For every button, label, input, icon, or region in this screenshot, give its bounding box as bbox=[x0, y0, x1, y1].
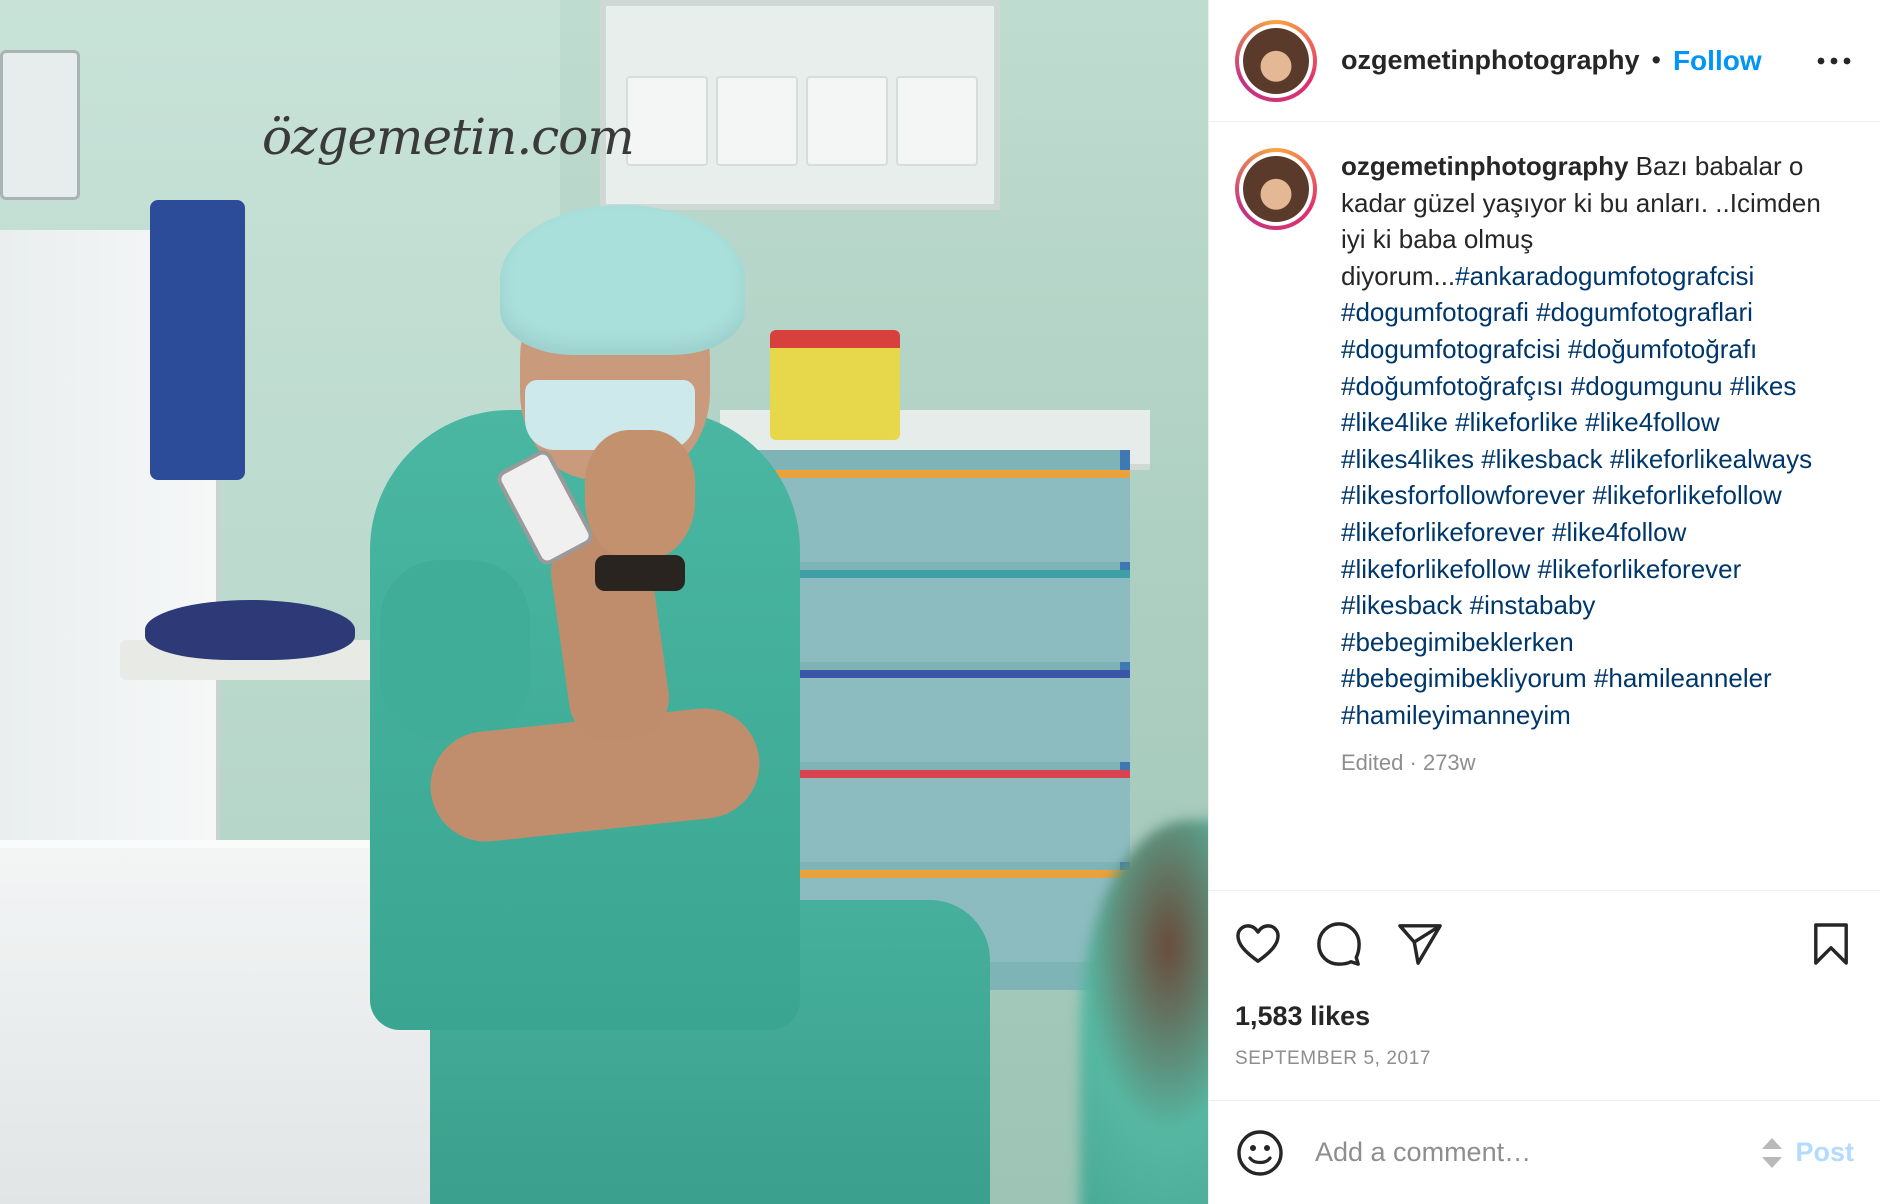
meta-separator: · bbox=[1403, 749, 1423, 775]
caption-body-text bbox=[1723, 371, 1730, 401]
edited-label: Edited bbox=[1341, 749, 1404, 775]
post-sidebar: ozgemetinphotography • Follow ozgemetinp… bbox=[1208, 0, 1880, 1204]
hashtag-link[interactable]: #doğumfotoğrafı bbox=[1568, 334, 1757, 364]
post-button[interactable]: Post bbox=[1757, 1136, 1854, 1170]
header-separator: • bbox=[1651, 45, 1661, 75]
caption-body-text bbox=[1545, 517, 1552, 547]
photo-surgical-cap bbox=[500, 205, 745, 355]
photo-shelf bbox=[600, 0, 1000, 210]
hashtag-link[interactable]: #likeforlikefollow bbox=[1341, 554, 1530, 584]
hashtag-link[interactable]: #like4follow bbox=[1552, 517, 1686, 547]
hashtag-link[interactable]: #likesback bbox=[1341, 590, 1462, 620]
comment-bar: Post bbox=[1209, 1100, 1880, 1204]
comment-input[interactable] bbox=[1315, 1137, 1758, 1168]
hashtag-link[interactable]: #like4like bbox=[1341, 407, 1448, 437]
author-username[interactable]: ozgemetinphotography bbox=[1341, 45, 1640, 76]
heart-icon[interactable] bbox=[1231, 917, 1285, 971]
emoji-icon[interactable] bbox=[1235, 1128, 1285, 1178]
post-date: SEPTEMBER 5, 2017 bbox=[1235, 1048, 1432, 1069]
follow-button[interactable]: Follow bbox=[1673, 45, 1762, 77]
photo-person-hand bbox=[585, 430, 695, 560]
hashtag-link[interactable]: #hamileanneler bbox=[1594, 663, 1772, 693]
hashtag-link[interactable]: #dogumfotograflari bbox=[1536, 297, 1753, 327]
hashtag-link[interactable]: #likeforlikefollow bbox=[1592, 480, 1781, 510]
hashtag-link[interactable]: #dogumfotografcisi bbox=[1341, 334, 1561, 364]
caption-body-text bbox=[1462, 590, 1469, 620]
author-avatar[interactable] bbox=[1235, 19, 1317, 102]
caption-body-text bbox=[1587, 663, 1594, 693]
photo-sharps-container bbox=[770, 330, 900, 440]
send-icon[interactable] bbox=[1393, 917, 1447, 971]
photo-watch bbox=[595, 555, 685, 591]
hashtag-link[interactable]: #dogumfotografi bbox=[1341, 297, 1529, 327]
comment-icon[interactable] bbox=[1312, 917, 1366, 971]
caption-body-text bbox=[1564, 371, 1571, 401]
post-photo[interactable]: özgemetin.com bbox=[0, 0, 1208, 1204]
more-options-icon[interactable] bbox=[1814, 41, 1854, 81]
caption-section: ozgemetinphotography Bazı babalar o kada… bbox=[1209, 122, 1880, 891]
hashtag-link[interactable]: #ankaradogumfotografcisi bbox=[1455, 261, 1754, 291]
post-header: ozgemetinphotography • Follow bbox=[1209, 0, 1880, 122]
likes-count[interactable]: 1,583 likes bbox=[1209, 997, 1880, 1032]
hashtag-link[interactable]: #likes4likes bbox=[1341, 444, 1474, 474]
hashtag-link[interactable]: #doğumfotoğrafçısı bbox=[1341, 371, 1564, 401]
photo-watermark: özgemetin.com bbox=[262, 108, 635, 166]
hashtag-link[interactable]: #likeforlike bbox=[1455, 407, 1578, 437]
caption-text: ozgemetinphotography Bazı babalar o kada… bbox=[1341, 148, 1821, 734]
post-age[interactable]: 273w bbox=[1423, 750, 1476, 775]
loading-spinner-icon bbox=[1762, 1137, 1783, 1168]
hashtag-link[interactable]: #likeforlikealways bbox=[1610, 444, 1812, 474]
action-bar bbox=[1209, 891, 1880, 997]
hashtag-link[interactable]: #hamileyimanneyim bbox=[1341, 700, 1571, 730]
hashtag-link[interactable]: #bebegimibeklerken bbox=[1341, 627, 1574, 657]
hashtag-link[interactable]: #bebegimibekliyorum bbox=[1341, 663, 1587, 693]
hashtag-link[interactable]: #likes bbox=[1730, 371, 1796, 401]
photo-bowl bbox=[145, 600, 355, 660]
caption-body-text bbox=[1530, 554, 1537, 584]
caption-block: ozgemetinphotography Bazı babalar o kada… bbox=[1341, 148, 1821, 776]
caption-body-text bbox=[1561, 334, 1568, 364]
hashtag-link[interactable]: #like4follow bbox=[1585, 407, 1719, 437]
caption-body-text bbox=[1603, 444, 1610, 474]
bookmark-icon[interactable] bbox=[1804, 917, 1858, 971]
hashtag-link[interactable]: #likeforlikeforever bbox=[1341, 517, 1545, 547]
caption-author-avatar[interactable] bbox=[1235, 148, 1317, 230]
hashtag-link[interactable]: #likesback bbox=[1481, 444, 1602, 474]
post-button-label: Post bbox=[1795, 1137, 1854, 1167]
hashtag-link[interactable]: #dogumgunu bbox=[1571, 371, 1723, 401]
hashtag-link[interactable]: #instababy bbox=[1470, 590, 1596, 620]
instagram-post: özgemetin.com ozgemetinphotography • Fol… bbox=[0, 0, 1880, 1204]
caption-meta: Edited · 273w bbox=[1341, 750, 1821, 776]
photo-person-sleeve bbox=[380, 560, 530, 740]
caption-username[interactable]: ozgemetinphotography bbox=[1341, 151, 1628, 181]
photo-blue-bag bbox=[150, 200, 245, 480]
photo-monitor bbox=[0, 50, 80, 200]
hashtag-link[interactable]: #likeforlikeforever bbox=[1538, 554, 1742, 584]
hashtag-link[interactable]: #likesforfollowforever bbox=[1341, 480, 1585, 510]
